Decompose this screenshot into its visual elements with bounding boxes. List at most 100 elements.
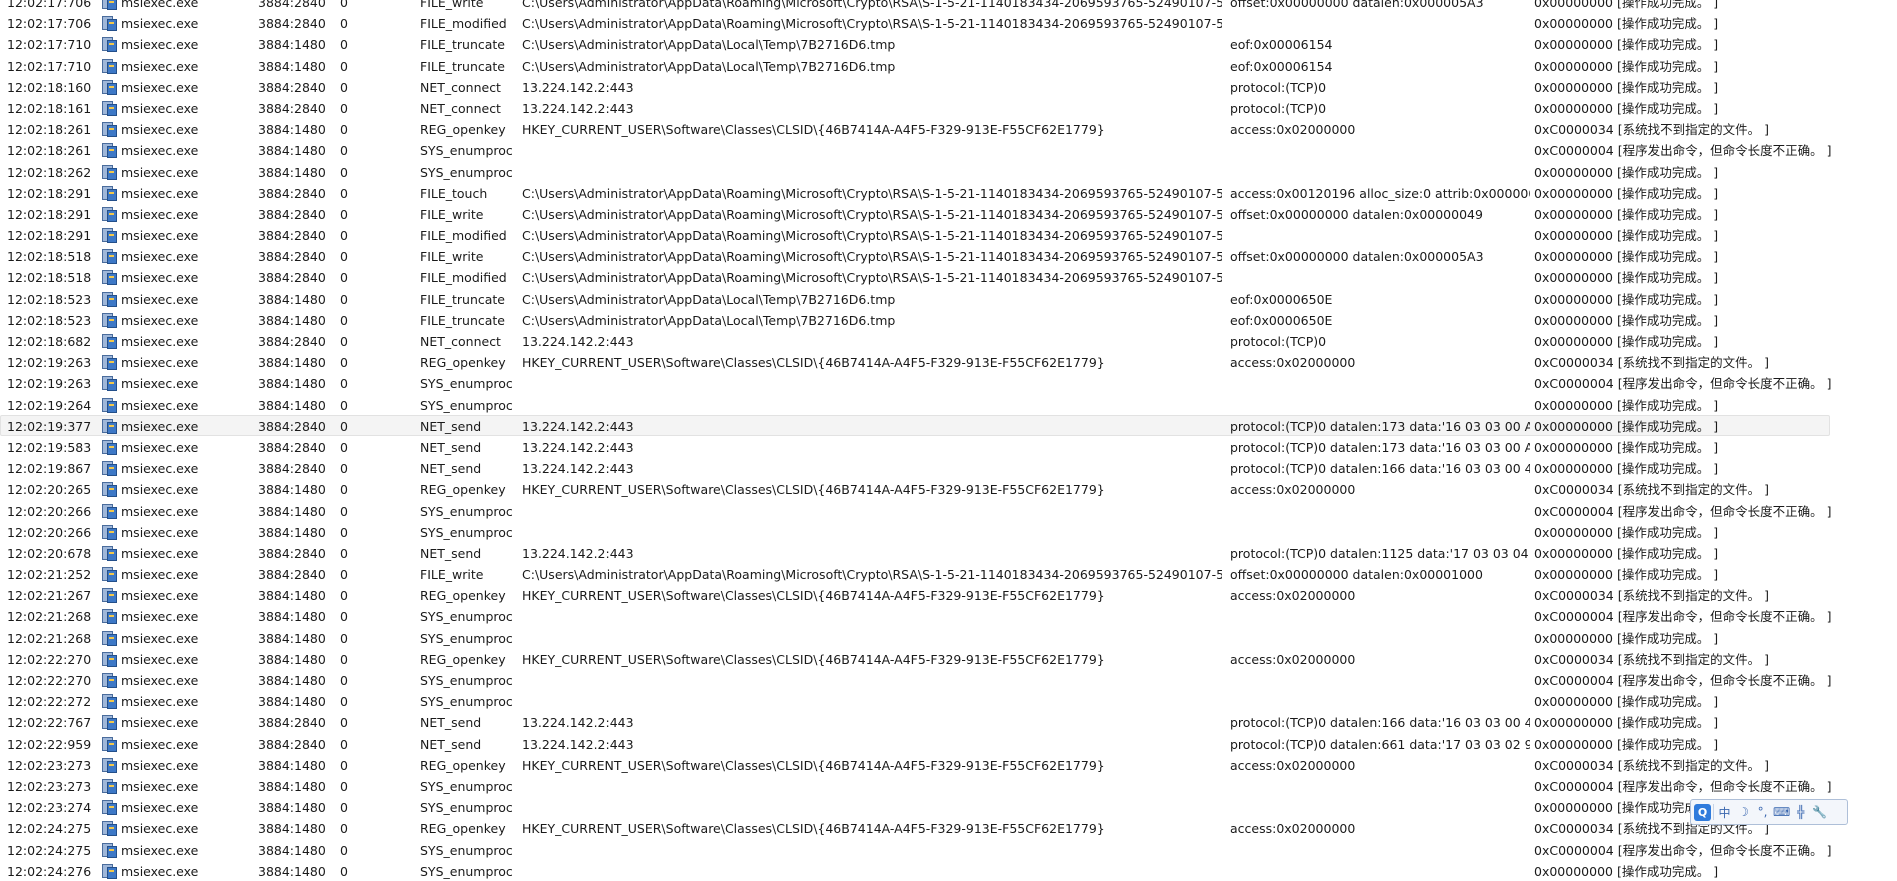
table-row[interactable]: 12:02:19:867 msiexec.exe 3884:2840 0 NET_sen… bbox=[0, 457, 1897, 478]
ime-toolbar[interactable]: Q 中 ☽ °, ⌨ ╬ 🔧 bbox=[1690, 799, 1848, 825]
process-icon bbox=[102, 79, 118, 95]
table-row[interactable]: 12:02:21:268 msiexec.exe 3884:1480 0 SYS_enu… bbox=[0, 605, 1897, 626]
result-code: 0 bbox=[340, 355, 348, 371]
msiexec-process-icon bbox=[102, 79, 117, 95]
result-code: 0 bbox=[340, 58, 348, 74]
target-path: HKEY_CURRENT_USER\Software\Classes\CLSID… bbox=[522, 355, 1105, 371]
table-row[interactable]: 12:02:22:959 msiexec.exe 3884:2840 0 NET_sen… bbox=[0, 733, 1897, 754]
table-row[interactable]: 12:02:18:523 msiexec.exe 3884:1480 0 FILE_tr… bbox=[0, 288, 1897, 309]
table-row[interactable]: 12:02:20:266 msiexec.exe 3884:1480 0 SYS_enu… bbox=[0, 521, 1897, 542]
table-row[interactable]: 12:02:17:706 msiexec.exe 3884:2840 0 FILE_mo… bbox=[0, 12, 1897, 33]
operation-type: SYS_enumproc bbox=[420, 609, 513, 625]
target-path: 13.224.142.2:443 bbox=[522, 545, 634, 561]
table-row[interactable]: 12:02:18:518 msiexec.exe 3884:2840 0 FILE_mo… bbox=[0, 266, 1897, 287]
table-row[interactable]: 12:02:22:767 msiexec.exe 3884:2840 0 NET_sen… bbox=[0, 711, 1897, 732]
operation-type: REG_openkey bbox=[420, 355, 506, 371]
msiexec-process-icon bbox=[102, 842, 117, 858]
process-icon bbox=[102, 800, 118, 816]
keyboard-icon[interactable]: ⌨ bbox=[1773, 802, 1790, 822]
half-moon-icon[interactable]: ☽ bbox=[1735, 802, 1752, 822]
event-time: 12:02:22:272 bbox=[7, 694, 92, 710]
operation-type: FILE_modified bbox=[420, 228, 507, 244]
pinyin-tool-icon[interactable]: ╬ bbox=[1792, 802, 1809, 822]
table-row[interactable]: 12:02:19:377 msiexec.exe 3884:2840 0 NET_sen… bbox=[0, 414, 1830, 436]
table-row[interactable]: 12:02:20:266 msiexec.exe 3884:1480 0 SYS_enu… bbox=[0, 500, 1897, 521]
table-row[interactable]: 12:02:18:291 msiexec.exe 3884:2840 0 FILE_mo… bbox=[0, 224, 1897, 245]
table-row[interactable]: 12:02:18:518 msiexec.exe 3884:2840 0 FILE_wr… bbox=[0, 245, 1897, 266]
event-time: 12:02:22:767 bbox=[7, 715, 92, 731]
table-row[interactable]: 12:02:20:678 msiexec.exe 3884:2840 0 NET_sen… bbox=[0, 542, 1897, 563]
table-row[interactable]: 12:02:18:261 msiexec.exe 3884:1480 0 REG_ope… bbox=[0, 118, 1897, 139]
punctuation-icon[interactable]: °, bbox=[1754, 802, 1771, 822]
wrench-icon[interactable]: 🔧 bbox=[1811, 802, 1828, 822]
pid-tid: 3884:2840 bbox=[258, 715, 326, 731]
table-row[interactable]: 12:02:18:682 msiexec.exe 3884:2840 0 NET_con… bbox=[0, 330, 1897, 351]
process-icon bbox=[102, 270, 118, 286]
table-row[interactable]: 12:02:18:523 msiexec.exe 3884:1480 0 FILE_tr… bbox=[0, 309, 1897, 330]
ime-chinese-mode-button[interactable]: 中 bbox=[1716, 802, 1733, 822]
ime-logo-icon[interactable]: Q bbox=[1694, 803, 1711, 821]
table-row[interactable]: 12:02:17:710 msiexec.exe 3884:1480 0 FILE_tr… bbox=[0, 55, 1897, 76]
result-code: 0 bbox=[340, 249, 348, 265]
event-time: 12:02:18:518 bbox=[7, 249, 92, 265]
status-message: 0x00000000 [操作成功完成。 ] bbox=[1534, 16, 1719, 32]
event-detail: access:0x02000000 bbox=[1230, 651, 1356, 667]
process-icon bbox=[102, 100, 118, 116]
process-name: msiexec.exe bbox=[121, 58, 199, 74]
event-time: 12:02:18:161 bbox=[7, 100, 92, 116]
event-time: 12:02:19:583 bbox=[7, 439, 92, 455]
table-row[interactable]: 12:02:24:275 msiexec.exe 3884:1480 0 REG_ope… bbox=[0, 817, 1897, 838]
table-row[interactable]: 12:02:19:263 msiexec.exe 3884:1480 0 REG_ope… bbox=[0, 351, 1897, 372]
table-row[interactable]: 12:02:18:261 msiexec.exe 3884:1480 0 SYS_enu… bbox=[0, 139, 1897, 160]
msiexec-process-icon bbox=[102, 567, 117, 583]
table-row[interactable]: 12:02:22:270 msiexec.exe 3884:1480 0 REG_ope… bbox=[0, 648, 1897, 669]
operation-type: SYS_enumproc bbox=[420, 164, 513, 180]
event-time: 12:02:18:160 bbox=[7, 79, 92, 95]
table-row[interactable]: 12:02:24:276 msiexec.exe 3884:1480 0 SYS_enu… bbox=[0, 860, 1897, 881]
table-row[interactable]: 12:02:23:274 msiexec.exe 3884:1480 0 SYS_enu… bbox=[0, 796, 1897, 817]
process-icon bbox=[102, 334, 118, 349]
target-path: 13.224.142.2:443 bbox=[522, 461, 634, 477]
result-code: 0 bbox=[340, 757, 348, 773]
result-code: 0 bbox=[340, 185, 348, 201]
process-icon bbox=[102, 312, 118, 328]
event-detail: access:0x02000000 bbox=[1230, 482, 1356, 498]
table-row[interactable]: 12:02:18:160 msiexec.exe 3884:2840 0 NET_con… bbox=[0, 76, 1897, 97]
table-row[interactable]: 12:02:19:263 msiexec.exe 3884:1480 0 SYS_enu… bbox=[0, 372, 1897, 393]
target-path: C:\Users\Administrator\AppData\Local\Tem… bbox=[522, 37, 896, 53]
table-row[interactable]: 12:02:18:291 msiexec.exe 3884:2840 0 FILE_wr… bbox=[0, 203, 1897, 224]
table-row[interactable]: 12:02:20:265 msiexec.exe 3884:1480 0 REG_ope… bbox=[0, 478, 1897, 499]
table-row[interactable]: 12:02:17:706 msiexec.exe 3884:2840 0 FILE_wr… bbox=[0, 0, 1897, 12]
event-detail: offset:0x00000000 datalen:0x00001000 bbox=[1230, 567, 1483, 583]
msiexec-process-icon bbox=[102, 312, 117, 328]
result-code: 0 bbox=[340, 37, 348, 53]
target-path: 13.224.142.2:443 bbox=[522, 418, 634, 434]
table-row[interactable]: 12:02:23:273 msiexec.exe 3884:1480 0 SYS_enu… bbox=[0, 775, 1897, 796]
table-row[interactable]: 12:02:24:275 msiexec.exe 3884:1480 0 SYS_enu… bbox=[0, 839, 1897, 860]
table-row[interactable]: 12:02:23:273 msiexec.exe 3884:1480 0 REG_ope… bbox=[0, 754, 1897, 775]
pid-tid: 3884:1480 bbox=[258, 355, 326, 371]
process-icon bbox=[102, 461, 118, 477]
table-row[interactable]: 12:02:19:264 msiexec.exe 3884:1480 0 SYS_enu… bbox=[0, 394, 1897, 415]
process-icon bbox=[102, 778, 118, 794]
table-row[interactable]: 12:02:21:268 msiexec.exe 3884:1480 0 SYS_enu… bbox=[0, 627, 1897, 648]
table-row[interactable]: 12:02:18:291 msiexec.exe 3884:2840 0 FILE_to… bbox=[0, 182, 1897, 203]
table-row[interactable]: 12:02:22:272 msiexec.exe 3884:1480 0 SYS_enu… bbox=[0, 690, 1897, 711]
msiexec-process-icon bbox=[102, 228, 117, 244]
process-name: msiexec.exe bbox=[121, 842, 199, 858]
table-row[interactable]: 12:02:19:583 msiexec.exe 3884:2840 0 NET_sen… bbox=[0, 436, 1897, 457]
event-time: 12:02:18:291 bbox=[7, 185, 92, 201]
table-row[interactable]: 12:02:21:267 msiexec.exe 3884:1480 0 REG_ope… bbox=[0, 584, 1897, 605]
table-row[interactable]: 12:02:21:252 msiexec.exe 3884:2840 0 FILE_wr… bbox=[0, 563, 1897, 584]
pid-tid: 3884:1480 bbox=[258, 524, 326, 540]
process-name: msiexec.exe bbox=[121, 651, 199, 667]
table-row[interactable]: 12:02:18:161 msiexec.exe 3884:2840 0 NET_con… bbox=[0, 97, 1897, 118]
event-time: 12:02:24:276 bbox=[7, 863, 92, 879]
table-row[interactable]: 12:02:22:270 msiexec.exe 3884:1480 0 SYS_enu… bbox=[0, 669, 1897, 690]
status-message: 0xC0000004 [程序发出命令，但命令长度不正确。 ] bbox=[1534, 376, 1832, 392]
process-icon bbox=[102, 37, 118, 53]
process-icon bbox=[102, 736, 118, 752]
target-path: C:\Users\Administrator\AppData\Roaming\M… bbox=[522, 249, 1222, 265]
table-row[interactable]: 12:02:18:262 msiexec.exe 3884:1480 0 SYS_enu… bbox=[0, 161, 1897, 182]
table-row[interactable]: 12:02:17:710 msiexec.exe 3884:1480 0 FILE_tr… bbox=[0, 33, 1897, 54]
